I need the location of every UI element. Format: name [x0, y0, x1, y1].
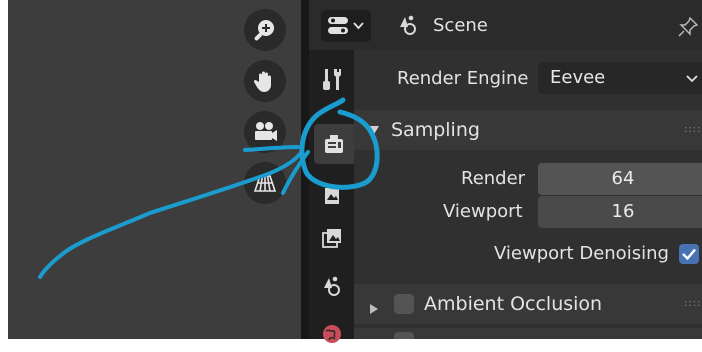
- camera-icon[interactable]: [244, 111, 286, 153]
- viewport-samples-field[interactable]: 16: [538, 196, 702, 228]
- hand-pan-icon[interactable]: [244, 60, 286, 102]
- context-title: Scene: [433, 15, 488, 36]
- scene-icon[interactable]: [312, 266, 352, 306]
- 3d-viewport[interactable]: [8, 0, 301, 339]
- sampling-panel-header[interactable]: Sampling ::::: [354, 110, 702, 150]
- render-camera-icon[interactable]: [314, 124, 354, 164]
- drag-handle-icon[interactable]: ::::: [684, 298, 701, 309]
- wrench-screwdriver-icon[interactable]: [312, 59, 352, 99]
- ambient-occlusion-checkbox[interactable]: [394, 294, 414, 314]
- render-engine-label: Render Engine: [397, 68, 529, 89]
- viewport-denoising-checkbox[interactable]: [679, 244, 699, 264]
- zoom-icon[interactable]: [244, 9, 286, 51]
- next-panel-header[interactable]: [354, 328, 702, 339]
- scene-icon: [397, 13, 421, 41]
- render-engine-value: Eevee: [550, 67, 606, 88]
- ambient-occlusion-title: Ambient Occlusion: [424, 293, 603, 315]
- viewport-samples-label: Viewport: [443, 201, 523, 222]
- output-printer-icon[interactable]: [312, 174, 352, 214]
- render-samples-field[interactable]: 64: [538, 163, 702, 195]
- chevron-down-icon: [685, 62, 699, 105]
- properties-header: Scene: [309, 0, 702, 50]
- next-panel-checkbox[interactable]: [394, 332, 414, 339]
- ambient-occlusion-panel-header[interactable]: Ambient Occlusion ::::: [354, 284, 702, 324]
- sampling-title: Sampling: [391, 119, 480, 141]
- expanded-arrow-icon: [366, 123, 380, 142]
- viewport-denoising-label: Viewport Denoising: [494, 243, 669, 264]
- properties-tab-bar: [309, 0, 354, 343]
- pin-icon[interactable]: [677, 16, 699, 42]
- checkmark-icon: [682, 248, 696, 261]
- area-divider[interactable]: [301, 0, 309, 339]
- editor-type-selector[interactable]: [321, 10, 371, 42]
- world-icon[interactable]: [312, 312, 352, 352]
- collapsed-arrow-icon: [369, 299, 379, 318]
- perspective-grid-icon[interactable]: [244, 162, 286, 204]
- render-engine-dropdown[interactable]: Eevee: [538, 62, 702, 94]
- view-layer-icon[interactable]: [312, 218, 352, 258]
- render-samples-label: Render: [461, 168, 526, 189]
- drag-handle-icon[interactable]: ::::: [684, 124, 701, 135]
